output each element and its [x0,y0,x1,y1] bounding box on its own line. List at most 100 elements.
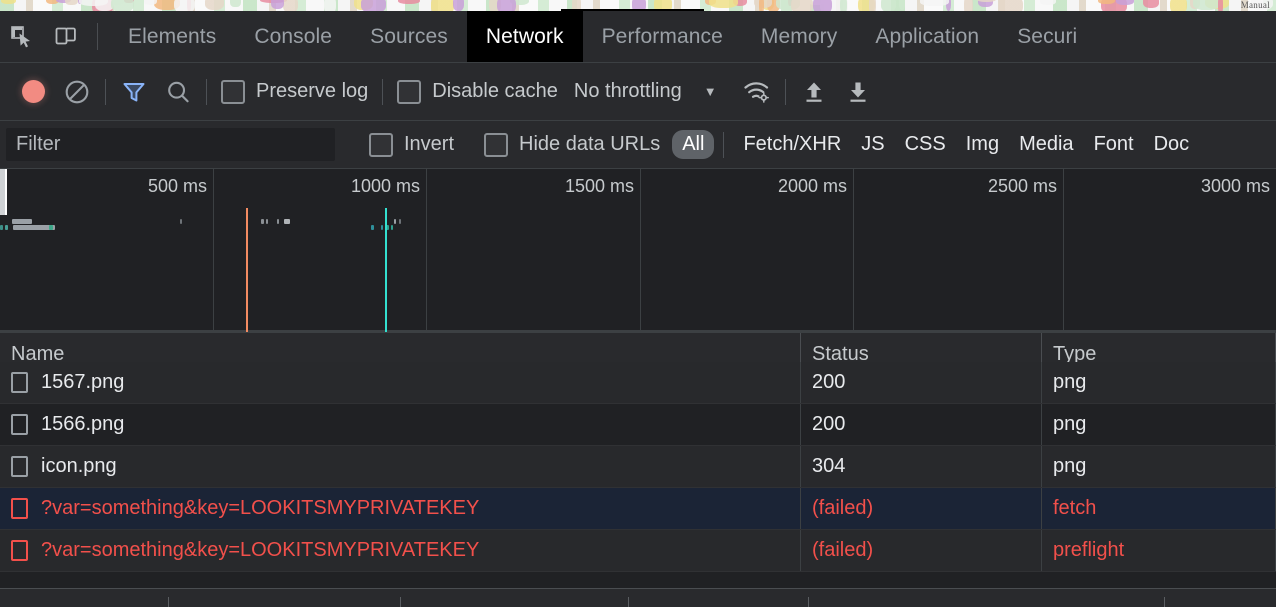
overview-request-bar [277,219,279,224]
panel-tabs: Elements Console Sources Network Perform… [109,11,1096,62]
page-blob [964,0,973,11]
overview-gridlines: 500 ms 1000 ms 1500 ms 2000 ms 2500 ms 3000 m… [0,169,1276,332]
row-name-cell: ?var=something&key=LOOKITSMYPRIVATEKEY [0,488,801,529]
waterfall-ruler-strip [0,588,1276,607]
page-blob [64,0,78,5]
type-filter-all[interactable]: All [672,130,715,159]
page-blob [1039,0,1056,5]
invert-checkbox[interactable]: Invert [361,132,462,157]
table-row[interactable]: icon.png 304 png [0,446,1276,488]
request-name: 1566.png [41,413,125,435]
network-conditions-button[interactable] [735,78,779,106]
tab-elements[interactable]: Elements [109,11,235,62]
page-blob [1115,0,1135,5]
tab-performance[interactable]: Performance [583,11,742,62]
file-document-icon [11,498,28,519]
device-toolbar-icon[interactable] [44,11,88,62]
page-sliver-label: Manual [1240,0,1270,10]
type-filter-fetch-xhr[interactable]: Fetch/XHR [733,130,851,159]
inspect-element-icon[interactable] [0,11,44,62]
clear-button[interactable] [55,78,99,106]
type-filter-img[interactable]: Img [956,130,1009,159]
tab-network[interactable]: Network [466,11,583,62]
page-blob [173,0,196,11]
table-row[interactable]: ?var=something&key=LOOKITSMYPRIVATEKEY (… [0,530,1276,572]
row-type-cell: png [1042,446,1276,487]
type-filter-css[interactable]: CSS [895,130,956,159]
network-request-table: Name Status Type 1567.png 200 png 1566.p… [0,333,1276,588]
request-name: 1567.png [41,371,125,393]
row-name-cell: icon.png [0,446,801,487]
record-icon [22,80,45,103]
filter-input[interactable] [6,128,335,161]
type-filter-js[interactable]: JS [851,130,894,159]
network-overview-timeline[interactable]: 500 ms 1000 ms 1500 ms 2000 ms 2500 ms 3000 m… [0,169,1276,333]
row-name-cell: ?var=something&key=LOOKITSMYPRIVATEKEY [0,530,801,571]
waterfall-tick [628,597,629,607]
filter-toggles: Invert Hide data URLs [361,132,668,157]
table-row[interactable]: 1567.png 200 png [0,362,1276,404]
overview-selection-handle-left[interactable] [0,169,7,215]
throttling-select-value[interactable]: No throttling [566,80,682,103]
underlying-page-sliver: Manual [0,0,1276,11]
overview-request-bar [261,219,264,224]
overview-gridline [853,169,854,332]
export-har-button[interactable] [836,78,880,106]
page-blob [881,0,897,11]
page-blob [1218,0,1223,11]
table-row[interactable]: ?var=something&key=LOOKITSMYPRIVATEKEY (… [0,488,1276,530]
tab-memory[interactable]: Memory [742,11,856,62]
clear-icon [65,80,89,103]
page-blob [758,0,765,11]
overview-gridline [213,169,214,332]
hide-data-urls-checkbox[interactable]: Hide data URLs [476,132,668,157]
row-name-cell: 1566.png [0,404,801,445]
page-blob [1193,0,1220,10]
page-blob [869,0,877,11]
import-har-button[interactable] [792,78,836,106]
record-button[interactable] [12,80,55,103]
type-filter-media[interactable]: Media [1009,130,1083,159]
filter-button[interactable] [112,78,156,106]
tab-application[interactable]: Application [856,11,998,62]
tab-console[interactable]: Console [235,11,351,62]
toolbar-divider-3 [382,78,384,105]
file-document-icon [11,372,28,393]
preserve-log-checkbox[interactable]: Preserve log [213,79,376,104]
overview-gridline [640,169,641,332]
overview-tick-label: 1000 ms [350,176,420,196]
row-name-cell: 1567.png [0,362,801,403]
overview-tick-label: 500 ms [147,176,207,196]
table-row[interactable]: 1566.png 200 png [0,404,1276,446]
row-status-cell: (failed) [801,530,1042,571]
page-blob [324,0,336,11]
type-filter-font[interactable]: Font [1084,130,1144,159]
search-button[interactable] [156,78,200,106]
overview-request-bar [180,219,182,224]
row-status-cell: 304 [801,446,1042,487]
page-blob [204,0,225,11]
page-blob [144,0,157,6]
disable-cache-checkbox[interactable]: Disable cache [389,79,566,104]
upload-arrow-icon [806,82,822,102]
preserve-log-checkbox-box [221,79,245,104]
download-arrow-icon [850,82,866,102]
search-icon [168,81,189,102]
page-blob [430,0,455,11]
row-status-cell: 200 [801,404,1042,445]
overview-request-bar [0,225,3,230]
hide-data-urls-checkbox-box [484,132,509,157]
type-filter-doc[interactable]: Doc [1144,130,1200,159]
request-name: ?var=something&key=LOOKITSMYPRIVATEKEY [41,539,480,561]
tab-sources[interactable]: Sources [351,11,467,62]
page-blob [791,0,814,11]
page-blob [1170,0,1188,11]
waterfall-tick [1164,597,1165,607]
tab-security[interactable]: Securi [998,11,1096,62]
overview-request-bar [12,219,32,224]
chevron-down-icon[interactable]: ▼ [682,84,735,99]
overview-request-bar [381,225,383,230]
page-blob [709,0,738,9]
devtools-tabstrip: Elements Console Sources Network Perform… [0,11,1276,63]
page-blob [497,0,517,11]
